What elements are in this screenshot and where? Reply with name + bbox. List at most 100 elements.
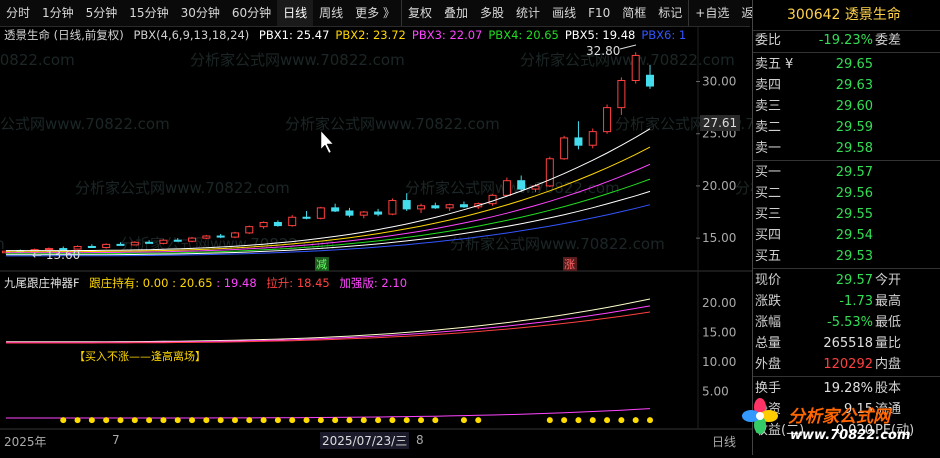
candle-body bbox=[159, 239, 168, 244]
toolbar-item[interactable]: 统计 bbox=[510, 0, 546, 26]
quote-label-right: 委差 bbox=[875, 33, 902, 48]
quote-value: 29.56 bbox=[835, 186, 873, 201]
toolbar-item[interactable]: 复权 bbox=[401, 0, 438, 26]
quote-row: 现价 29.57 今开 bbox=[753, 270, 940, 292]
signal-dot bbox=[60, 417, 67, 424]
quote-row: 卖二 29.59 bbox=[753, 117, 940, 139]
candle-body bbox=[445, 204, 454, 209]
toolbar-item[interactable]: +自选 bbox=[688, 0, 735, 26]
toolbar-item[interactable]: 周线 bbox=[313, 0, 349, 26]
toolbar-item[interactable]: 60分钟 bbox=[226, 0, 277, 26]
signal-dot bbox=[131, 417, 138, 424]
pbx-legend-item: PBX5: 19.48 bbox=[564, 28, 636, 42]
signal-dot bbox=[74, 417, 81, 424]
signal-dot bbox=[432, 417, 439, 424]
sub-y-tick-label: 10.00 bbox=[702, 355, 736, 369]
watermark-text: 分析家公式网www.70822.com bbox=[75, 179, 290, 197]
signal-dot bbox=[647, 417, 653, 424]
quote-row: 买二 29.56 bbox=[753, 183, 940, 205]
watermark-text: 分析家公式网www.70822.com bbox=[0, 51, 75, 69]
quote-row: 委比 -19.23% 委差 bbox=[753, 30, 940, 52]
toolbar-item[interactable]: 简框 bbox=[616, 0, 652, 26]
quote-value: -1.73 bbox=[839, 294, 873, 309]
quote-label: 买一 bbox=[755, 165, 782, 180]
candle-body bbox=[374, 211, 383, 215]
toolbar-item[interactable]: 标记 bbox=[652, 0, 688, 26]
candle-body bbox=[202, 235, 211, 239]
hold-label: 跟庄持有: 0.00 : 20.65 bbox=[89, 276, 213, 290]
signal-zhang: 涨 bbox=[564, 258, 575, 271]
quote-label: 卖一 bbox=[755, 141, 782, 156]
signal-dot bbox=[460, 417, 467, 424]
toolbar-item[interactable]: 30分钟 bbox=[175, 0, 226, 26]
sub-y-tick-label: 15.00 bbox=[702, 325, 736, 339]
toolbar-item[interactable]: 日线 bbox=[277, 0, 314, 26]
quote-value: 29.65 bbox=[835, 57, 873, 72]
toolbar-item[interactable]: 更多 》 bbox=[349, 0, 401, 26]
quote-mark: ¥ bbox=[785, 57, 794, 72]
toolbar-item[interactable]: F10 bbox=[582, 0, 616, 26]
candle-body bbox=[631, 54, 640, 81]
lashen-label: 拉升: 18.45 bbox=[266, 276, 330, 290]
toolbar-item[interactable]: 分时 bbox=[0, 0, 36, 26]
toolbar-item[interactable]: 多股 bbox=[474, 0, 510, 26]
sub-legend: 九尾跟庄神器F 跟庄持有: 0.00 : 20.65 : 19.48 拉升: 1… bbox=[4, 275, 413, 291]
quote-label: 外盘 bbox=[755, 357, 782, 372]
signal-dot bbox=[289, 417, 296, 424]
high-arrow bbox=[619, 44, 637, 50]
signal-dot bbox=[146, 417, 153, 424]
quote-value: -19.23% bbox=[818, 33, 873, 48]
candle-body bbox=[145, 241, 154, 244]
signal-dot bbox=[346, 417, 353, 424]
quote-label: 涨幅 bbox=[755, 315, 782, 330]
toolbar-item[interactable]: 画线 bbox=[546, 0, 582, 26]
brand-name: 分析家公式网 bbox=[788, 407, 890, 427]
pbx-legend-item: PBX4: 20.65 bbox=[488, 28, 559, 42]
quote-label: 卖三 bbox=[755, 99, 782, 114]
sub-y-tick-label: 20.00 bbox=[702, 296, 736, 310]
date-month-7: 7 bbox=[112, 433, 120, 447]
signal-dot bbox=[589, 417, 596, 424]
signal-dot bbox=[546, 417, 553, 424]
signal-dot bbox=[88, 417, 95, 424]
toolbar: 分时 1分钟 5分钟 15分钟 30分钟 60分钟 日线 周线 更多 》复权 叠加 多股 统计 画线 F1… bbox=[0, 0, 765, 27]
quote-row: 涨跌 -1.73 最高 bbox=[753, 291, 940, 313]
signal-dot bbox=[246, 417, 253, 424]
candle-body bbox=[188, 237, 197, 242]
signal-dot bbox=[575, 417, 582, 424]
quote-value: 265518 bbox=[823, 336, 873, 351]
signal-dot bbox=[303, 417, 310, 424]
quote-value: 29.54 bbox=[835, 228, 873, 243]
signal-dot bbox=[160, 417, 167, 424]
quote-label-right: 内盘 bbox=[875, 357, 902, 372]
watermark-text: 分析家公式网www.70822.com bbox=[0, 235, 5, 253]
pbx-legend-item: PBX2: 23.72 bbox=[335, 28, 406, 42]
date-year: 2025年 bbox=[4, 435, 47, 449]
candle-body bbox=[273, 221, 282, 227]
brand-url: www.70822.com bbox=[790, 428, 911, 443]
signal-dot bbox=[332, 417, 339, 424]
quote-row: 卖四 29.63 bbox=[753, 75, 940, 97]
candlestick-chart[interactable]: 分析家公式网www.70822.com 分析家公式网www.70822.com 分析… bbox=[0, 27, 752, 455]
candle-body bbox=[603, 107, 612, 133]
toolbar-item[interactable]: 1分钟 bbox=[36, 0, 80, 26]
indicator-name: 九尾跟庄神器F bbox=[4, 276, 80, 290]
brand-logo: 分析家公式网 www.70822.com bbox=[736, 392, 940, 455]
toolbar-item[interactable]: 5分钟 bbox=[80, 0, 124, 26]
indicator-base-line bbox=[6, 408, 651, 419]
toolbar-item[interactable]: 叠加 bbox=[438, 0, 474, 26]
quote-label: 涨跌 bbox=[755, 294, 782, 309]
signal-dot bbox=[375, 417, 382, 424]
candle-body bbox=[588, 131, 597, 146]
signal-dot bbox=[274, 417, 281, 424]
high-label: 32.80 bbox=[586, 44, 620, 58]
quote-value: 29.53 bbox=[835, 249, 873, 264]
candle-body bbox=[230, 232, 239, 238]
signal-dot bbox=[189, 417, 196, 424]
stock-code-name: 300642 透景生命 bbox=[753, 0, 940, 31]
signal-jian: 减 bbox=[316, 258, 327, 271]
quote-label-right: 最低 bbox=[875, 315, 902, 330]
chart-area[interactable]: 分析家公式网www.70822.com 分析家公式网www.70822.com 分析… bbox=[0, 27, 752, 455]
toolbar-item[interactable]: 15分钟 bbox=[123, 0, 174, 26]
quote-value: 29.59 bbox=[835, 120, 873, 135]
